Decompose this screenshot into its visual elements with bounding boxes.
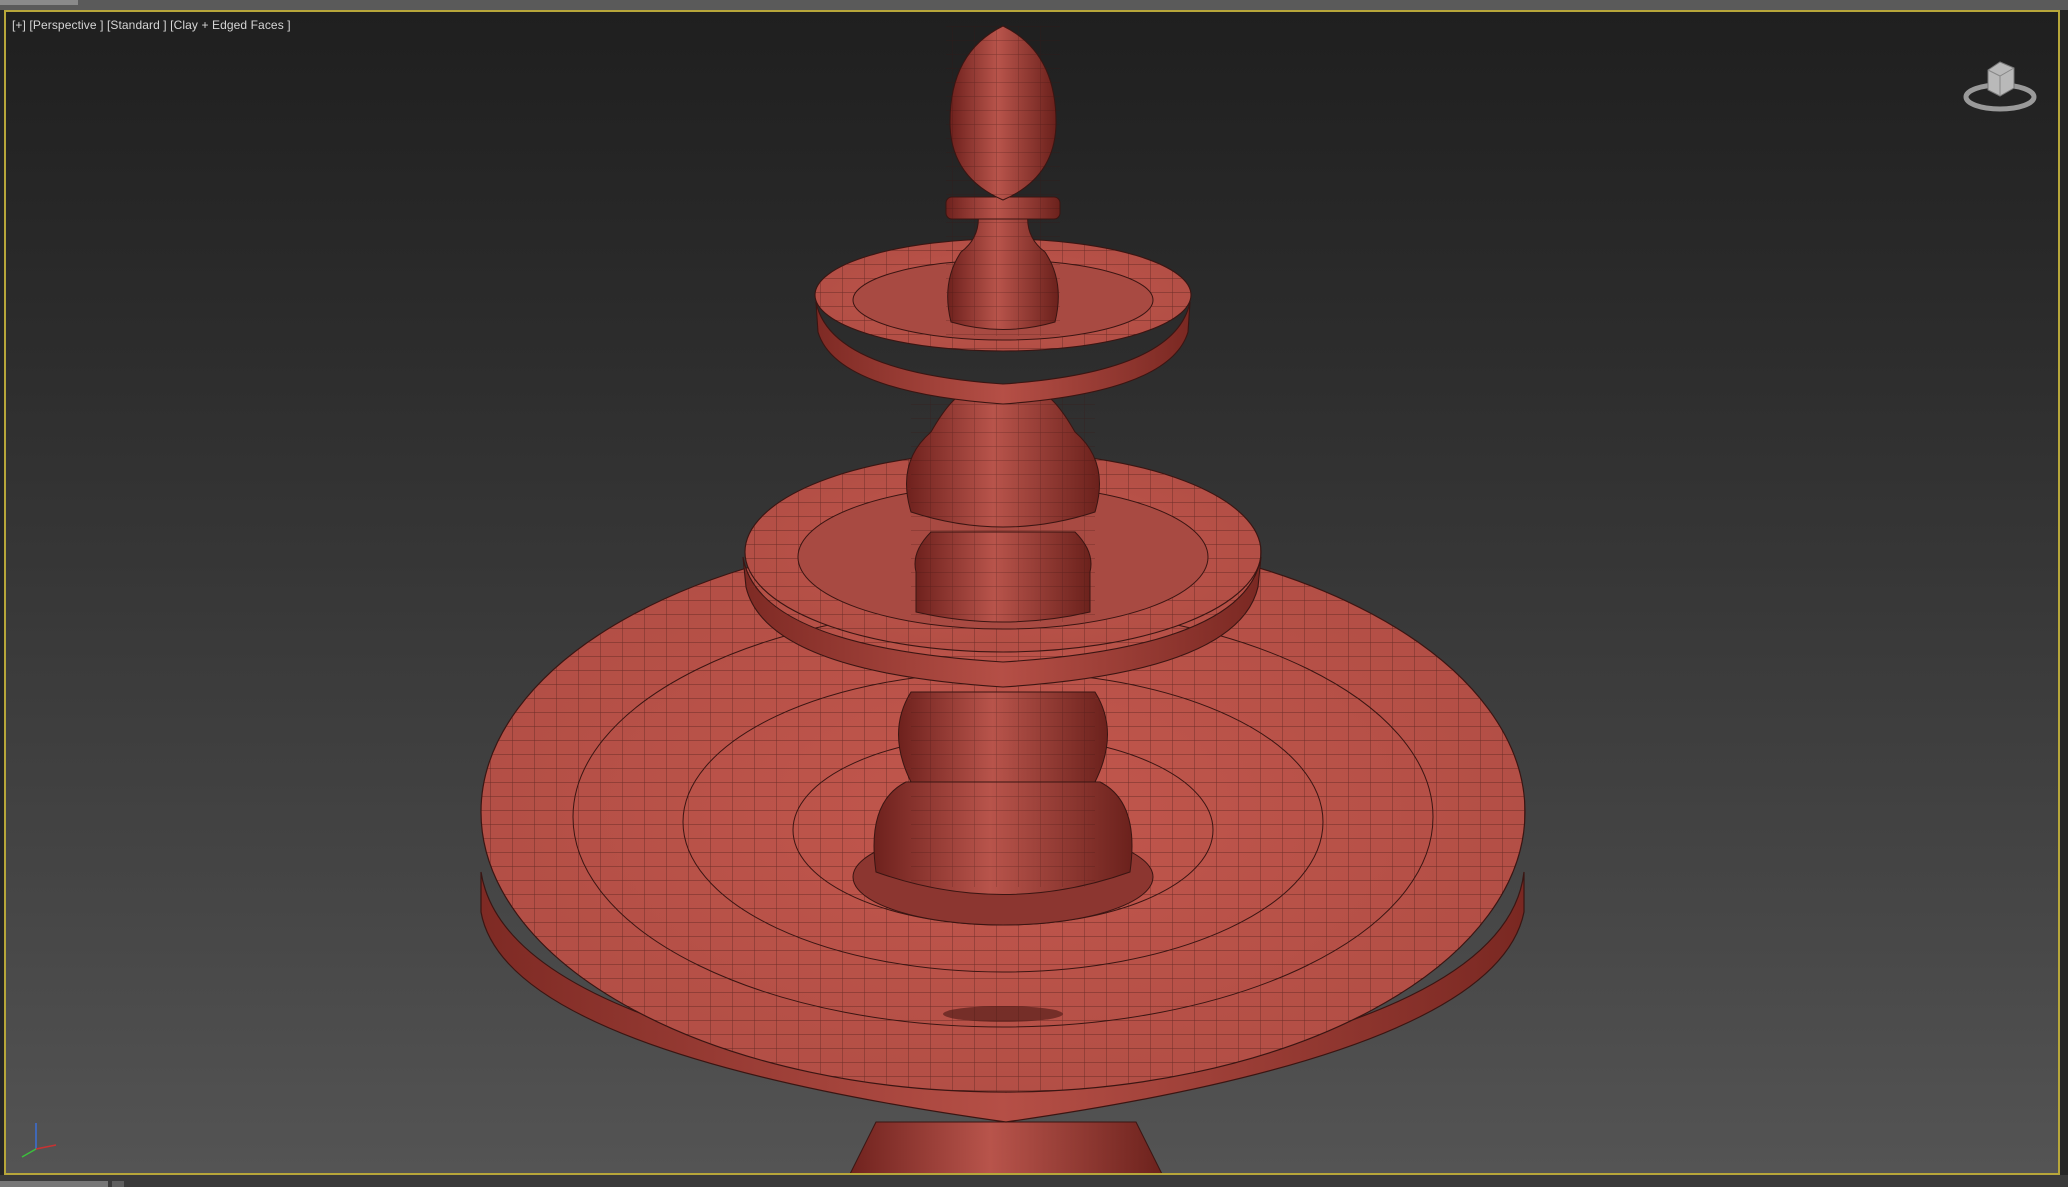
- finial: [945, 25, 1061, 336]
- app-window: [+] [Perspective ] [Standard ] [Clay + E…: [0, 0, 2068, 1187]
- middle-column: [906, 391, 1100, 623]
- top-toolbar-strip: [0, 0, 2068, 10]
- pedestal-stem: [849, 1121, 1163, 1173]
- viewcube-icon[interactable]: [1960, 42, 2040, 122]
- fountain-model: [480, 25, 1526, 1173]
- bottom-tab[interactable]: [0, 1181, 108, 1187]
- viewport-label[interactable]: [+] [Perspective ] [Standard ] [Clay + E…: [12, 18, 291, 32]
- bottom-tab-small[interactable]: [112, 1181, 124, 1187]
- bottom-strip: [0, 1175, 2068, 1187]
- axis-tripod-icon: [21, 1123, 57, 1158]
- top-tab[interactable]: [0, 0, 78, 5]
- perspective-viewport[interactable]: [+] [Perspective ] [Standard ] [Clay + E…: [4, 10, 2060, 1175]
